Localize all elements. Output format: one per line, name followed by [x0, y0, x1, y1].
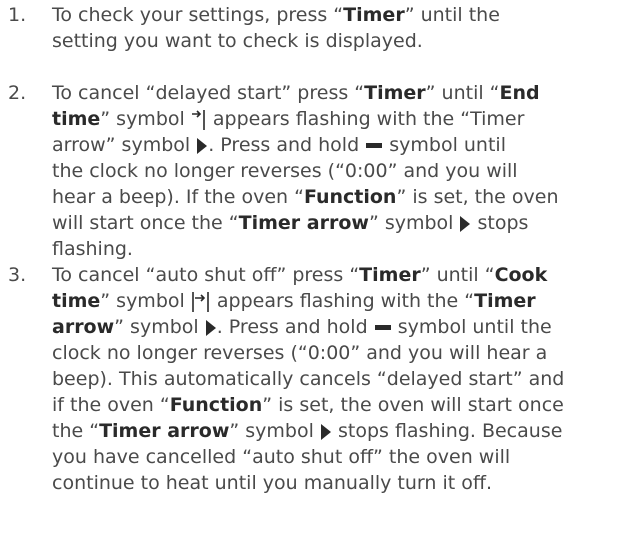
- text-line: the “Timer arrow” symbol stops flashing.…: [52, 420, 563, 442]
- text-line: To check your settings, press “Timer” un…: [52, 4, 500, 26]
- step-text: To check your settings, press “Timer” un…: [52, 2, 620, 54]
- cook-time-icon: [191, 291, 211, 313]
- minus-icon: [374, 324, 392, 332]
- end-time-icon: [191, 109, 207, 131]
- text-line: To cancel “delayed start” press “Timer” …: [52, 82, 540, 104]
- text-line: the clock no longer reverses (“0:00” and…: [52, 160, 518, 182]
- minus-icon: [365, 142, 383, 150]
- step-text: To cancel “delayed start” press “Timer” …: [52, 80, 620, 262]
- instruction-list: 1. To check your settings, press “Timer”…: [0, 0, 625, 541]
- step-number: 1.: [8, 4, 27, 26]
- timer-arrow-icon: [320, 423, 332, 441]
- text-line: arrow” symbol . Press and hold symbol un…: [52, 134, 506, 156]
- text-line: time” symbol appears flashing with the “…: [52, 108, 525, 131]
- text-line: setting you want to check is displayed.: [52, 30, 423, 52]
- text-line: arrow” symbol . Press and hold symbol un…: [52, 316, 552, 338]
- text-line: you have cancelled “auto shut off” the o…: [52, 446, 511, 468]
- text-line: continue to heat until you manually turn…: [52, 472, 493, 494]
- timer-arrow-icon: [459, 215, 471, 233]
- text-line: hear a beep). If the oven “Function” is …: [52, 186, 559, 208]
- step-number: 3.: [8, 264, 27, 286]
- text-line: will start once the “Timer arrow” symbol…: [52, 212, 529, 234]
- text-line: To cancel “auto shut off” press “Timer” …: [52, 264, 548, 286]
- text-line: flashing.: [52, 238, 133, 260]
- text-line: clock no longer reverses (“0:00” and you…: [52, 342, 548, 364]
- text-line: if the oven “Function” is set, the oven …: [52, 394, 564, 416]
- text-line: time” symbol appears flashing with the “…: [52, 290, 536, 313]
- timer-arrow-icon: [205, 319, 217, 337]
- text-line: beep). This automatically cancels “delay…: [52, 368, 565, 390]
- timer-arrow-icon: [196, 137, 208, 155]
- step-number: 2.: [8, 82, 27, 104]
- step-text: To cancel “auto shut off” press “Timer” …: [52, 262, 620, 496]
